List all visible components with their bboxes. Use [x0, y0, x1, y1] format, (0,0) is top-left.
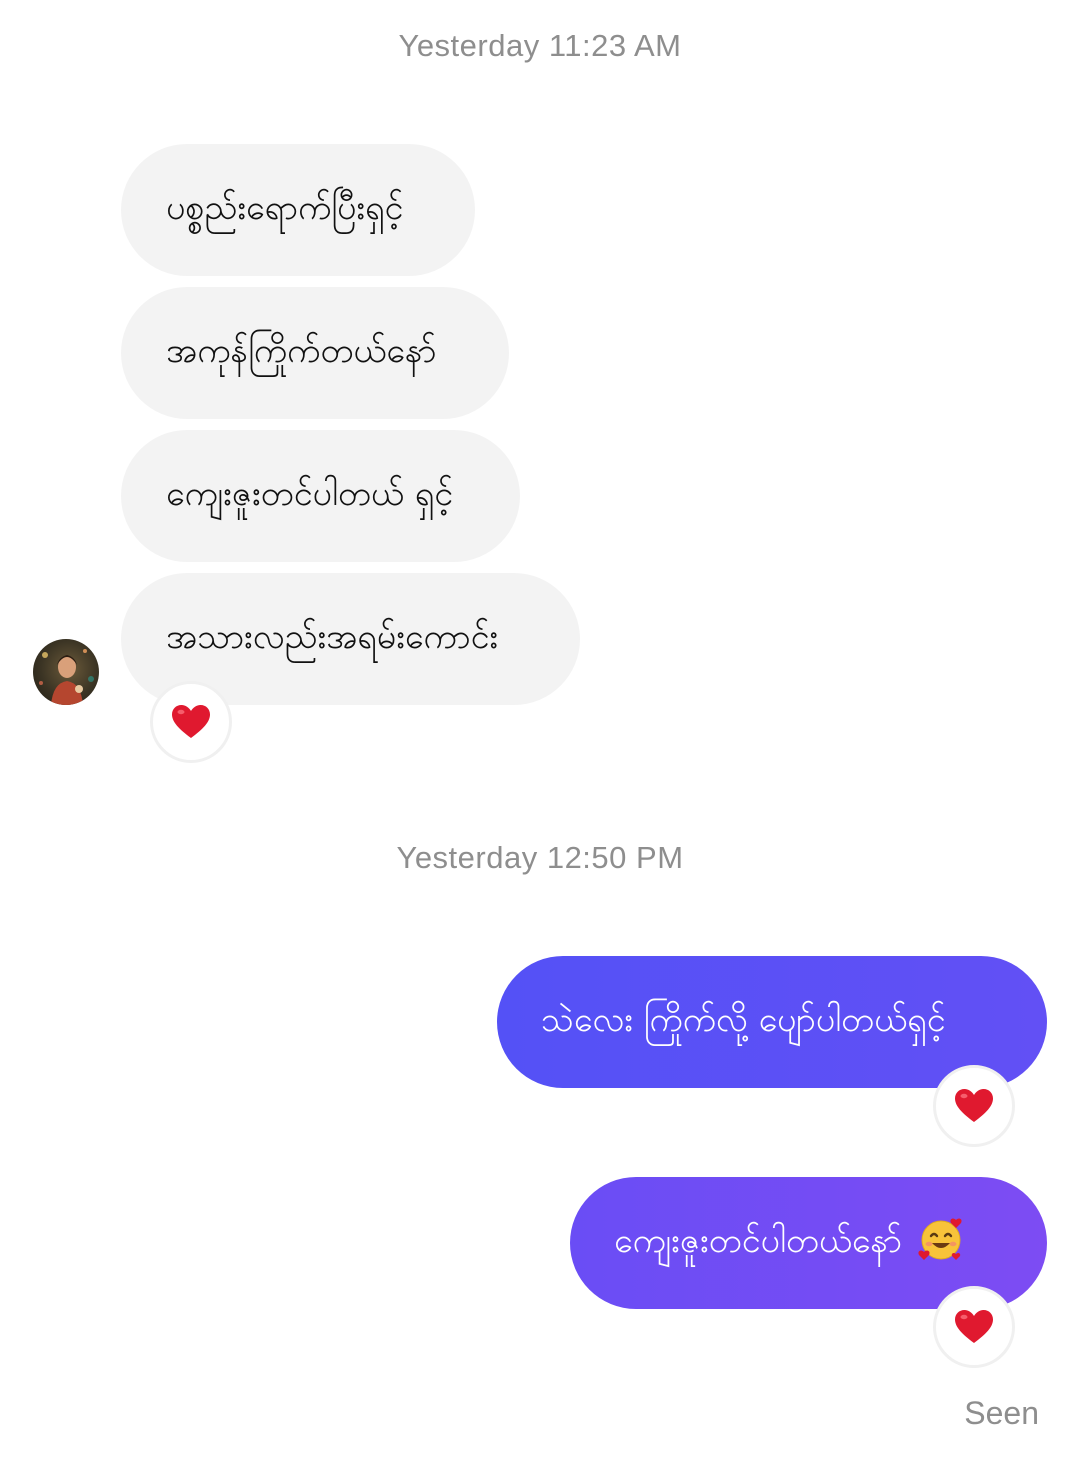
heart-icon: [955, 1310, 993, 1343]
incoming-message[interactable]: ကျေးဇူးတင်ပါတယ် ရှင့်: [121, 430, 520, 562]
reaction-badge[interactable]: [933, 1065, 1015, 1147]
timestamp-1: Yesterday 11:23 AM: [398, 28, 682, 63]
seen-status: Seen: [964, 1395, 1039, 1431]
timestamp-2: Yesterday 12:50 PM: [396, 840, 684, 875]
message-text: အကုန်ကြိုက်တယ်နော်: [166, 330, 437, 371]
smiling-face-with-hearts-icon: [916, 1214, 966, 1273]
incoming-message[interactable]: ပစ္စည်းရောက်ပြီးရှင့်: [121, 144, 475, 276]
heart-icon: [955, 1089, 993, 1122]
incoming-message[interactable]: အကုန်ကြိုက်တယ်နော်: [121, 287, 509, 419]
avatar-photo: [39, 649, 94, 705]
reaction-badge[interactable]: [933, 1286, 1015, 1368]
message-text: ပစ္စည်းရောက်ပြီးရှင့်: [166, 187, 404, 228]
message-text: ကျေးဇူးတင်ပါတယ် ရှင့်: [166, 473, 454, 514]
reaction-badge[interactable]: [150, 681, 232, 763]
message-text: အသားလည်းအရမ်းကောင်း: [166, 616, 499, 657]
message-text: သဲလေး ကြိုက်လို့ ပျော်ပါတယ်ရှင့်: [541, 999, 946, 1040]
message-text: ကျေးဇူးတင်ပါတယ်နော်: [614, 1220, 902, 1261]
heart-icon: [172, 705, 210, 738]
avatar[interactable]: [33, 639, 99, 705]
